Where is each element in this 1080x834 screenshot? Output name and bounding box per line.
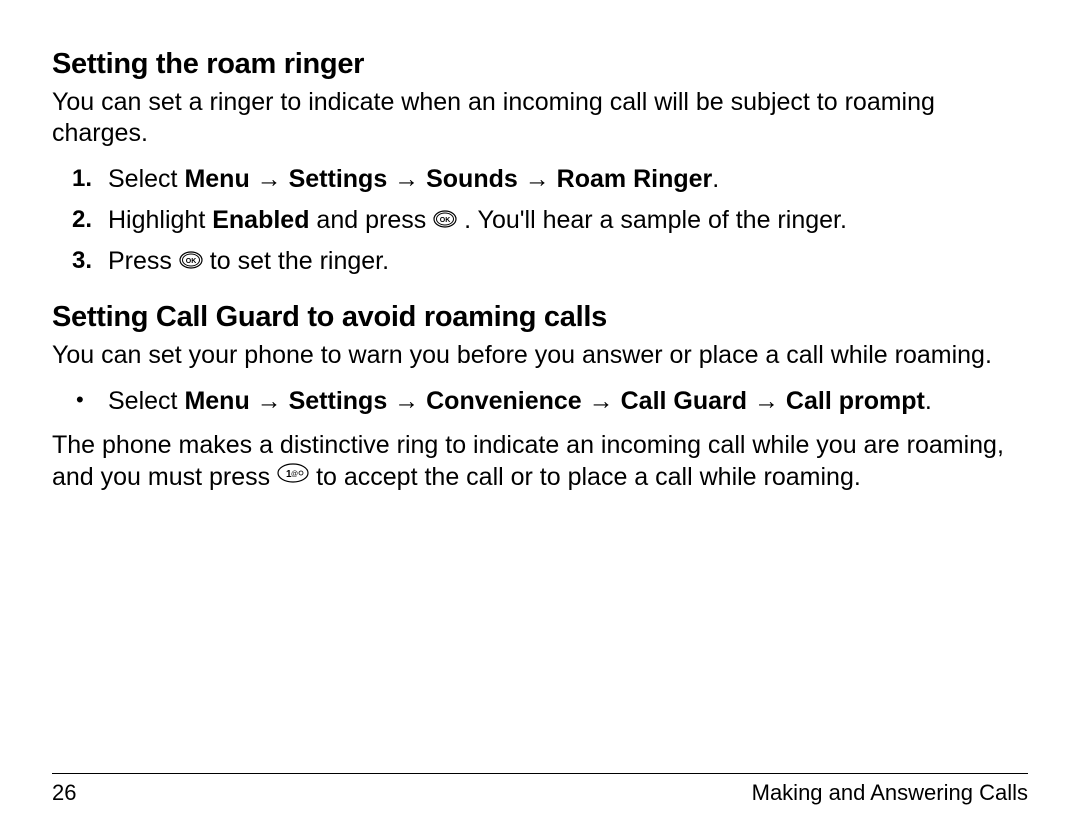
heading-call-guard: Setting Call Guard to avoid roaming call… bbox=[52, 301, 1028, 334]
desc-post: to accept the call or to place a call wh… bbox=[309, 463, 861, 491]
one-key-icon: 1@ bbox=[277, 460, 309, 491]
step-2: 2. Highlight Enabled and press OK . You'… bbox=[52, 203, 1028, 238]
bullet-text-pre: Select bbox=[108, 387, 184, 415]
ok-button-icon: OK bbox=[433, 210, 457, 228]
bullet-text-post: . bbox=[925, 387, 932, 415]
step-bold-enabled: Enabled bbox=[212, 206, 309, 234]
step-number: 1. bbox=[72, 162, 92, 196]
step-text-post: . You'll hear a sample of the ringer. bbox=[457, 206, 847, 234]
heading-roam-ringer: Setting the roam ringer bbox=[52, 48, 1028, 81]
svg-text:OK: OK bbox=[440, 217, 451, 224]
step-text-mid: and press bbox=[309, 206, 433, 234]
step-menu-path: Menu → Settings → Sounds → Roam Ringer bbox=[184, 165, 712, 193]
svg-text:@: @ bbox=[291, 471, 298, 478]
step-text-post: to set the ringer. bbox=[203, 247, 389, 275]
bullet-menu-path: Menu → Settings → Convenience → Call Gua… bbox=[184, 387, 924, 415]
page-number: 26 bbox=[52, 780, 76, 806]
step-text-pre: Select bbox=[108, 165, 184, 193]
step-text-post: . bbox=[712, 165, 719, 193]
intro-roam-ringer: You can set a ringer to indicate when an… bbox=[52, 87, 1028, 148]
step-number: 3. bbox=[72, 244, 92, 278]
intro-call-guard: You can set your phone to warn you befor… bbox=[52, 340, 1028, 371]
step-number: 2. bbox=[72, 203, 92, 237]
step-text-pre: Press bbox=[108, 247, 179, 275]
svg-text:OK: OK bbox=[186, 258, 197, 265]
ok-button-icon: OK bbox=[179, 251, 203, 269]
step-text-pre: Highlight bbox=[108, 206, 212, 234]
step-1: 1. Select Menu → Settings → Sounds → Roa… bbox=[52, 162, 1028, 197]
footer-title: Making and Answering Calls bbox=[752, 780, 1028, 806]
call-guard-description: The phone makes a distinctive ring to in… bbox=[52, 430, 1028, 493]
bullet-list-call-guard: Select Menu → Settings → Convenience → C… bbox=[52, 385, 1028, 419]
page-footer: 26 Making and Answering Calls bbox=[52, 773, 1028, 806]
bullet-item: Select Menu → Settings → Convenience → C… bbox=[52, 385, 1028, 419]
steps-roam-ringer: 1. Select Menu → Settings → Sounds → Roa… bbox=[52, 162, 1028, 279]
step-3: 3. Press OK to set the ringer. bbox=[52, 244, 1028, 279]
